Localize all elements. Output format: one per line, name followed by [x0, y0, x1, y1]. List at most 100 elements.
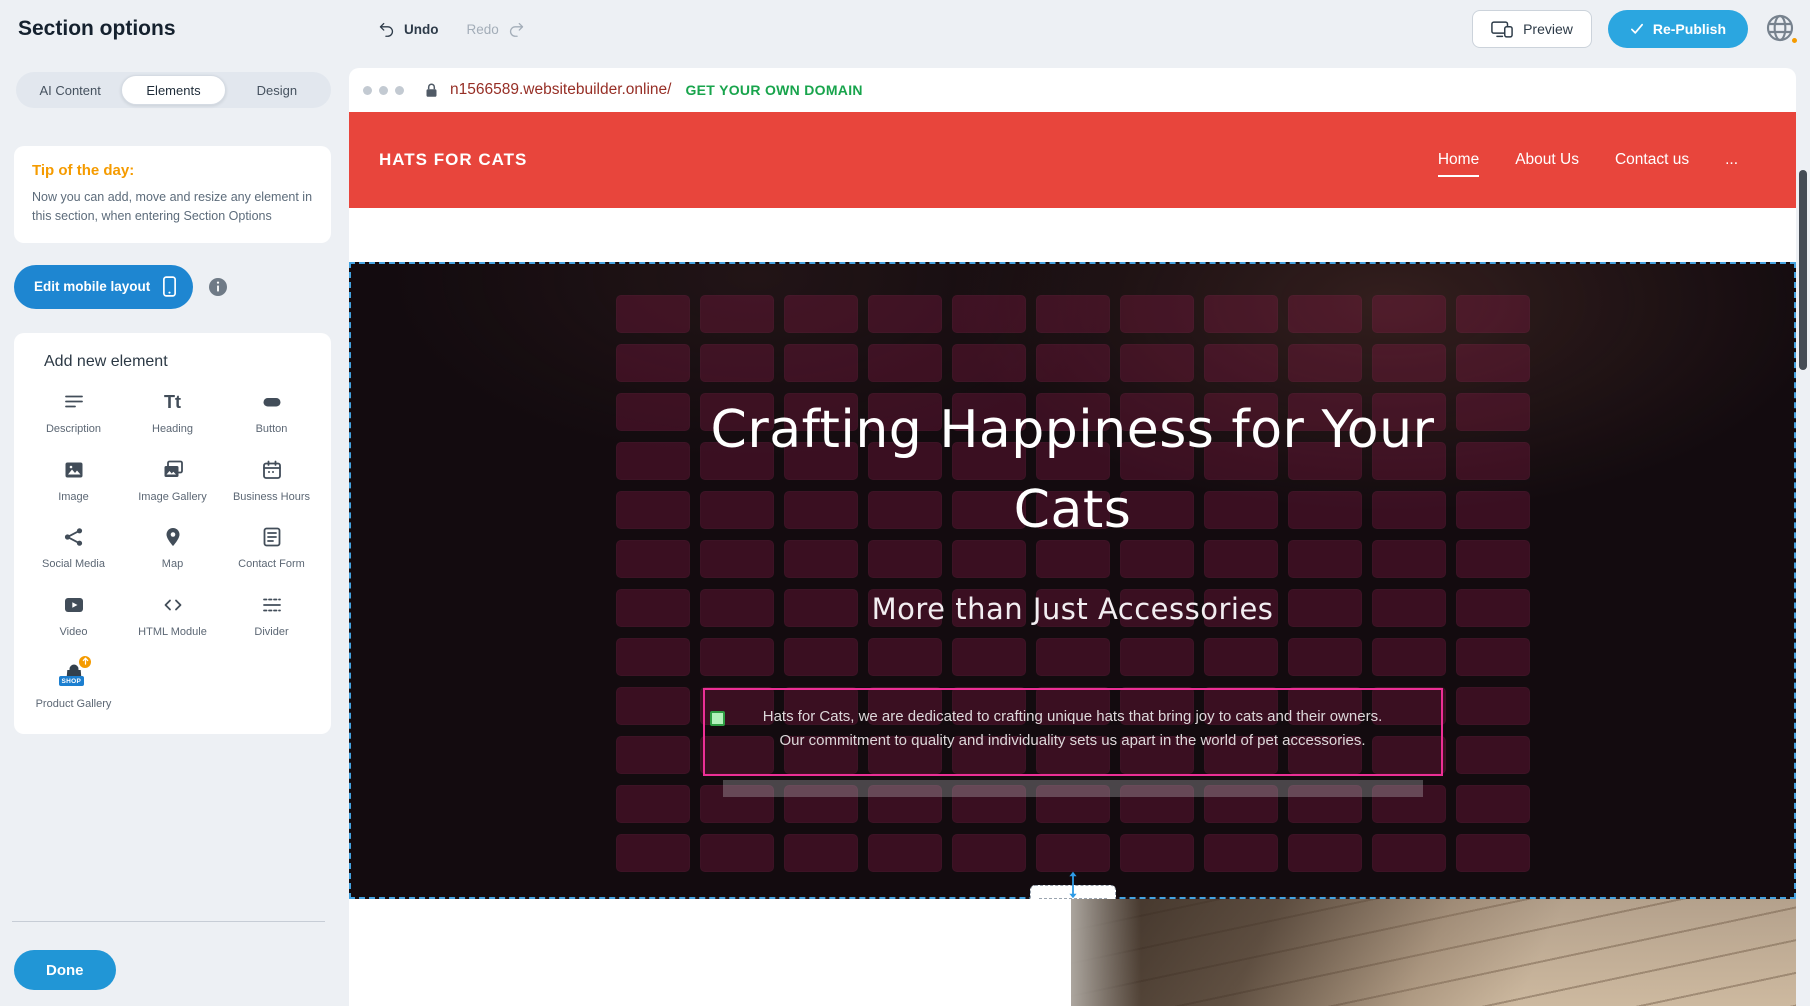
add-element-button[interactable]: Button — [222, 389, 321, 437]
hero-tile — [1036, 344, 1110, 382]
undo-button[interactable]: Undo — [378, 21, 439, 37]
browser-chrome: n1566589.websitebuilder.online/ GET YOUR… — [349, 68, 1796, 112]
nav-home[interactable]: Home — [1438, 151, 1479, 169]
hero-tile — [1204, 344, 1278, 382]
hero-tile — [1036, 638, 1110, 676]
window-dot — [379, 86, 388, 95]
hero-tile — [1456, 540, 1530, 578]
add-element-video[interactable]: Video — [24, 592, 123, 640]
edit-mobile-layout-button[interactable]: Edit mobile layout — [14, 265, 193, 309]
edit-mobile-label: Edit mobile layout — [34, 279, 150, 294]
hero-tile — [1204, 295, 1278, 333]
hero-tile — [1456, 785, 1530, 823]
tab-elements[interactable]: Elements — [121, 75, 225, 105]
notification-dot — [1790, 36, 1799, 45]
add-element-business-hours[interactable]: Business Hours — [222, 457, 321, 505]
tip-body: Now you can add, move and resize any ele… — [32, 188, 313, 227]
hero-tile — [616, 638, 690, 676]
add-element-image[interactable]: Image — [24, 457, 123, 505]
hero-paragraph-line-2: Our commitment to quality and individual… — [723, 729, 1423, 753]
hero-tile — [1036, 834, 1110, 872]
add-element-social-media[interactable]: Social Media — [24, 524, 123, 572]
done-button[interactable]: Done — [14, 950, 116, 990]
element-grid: Description Tt Heading Button Image — [24, 389, 321, 712]
redo-button[interactable]: Redo — [467, 21, 525, 37]
scrollbar-thumb[interactable] — [1799, 170, 1807, 370]
republish-button[interactable]: Re-Publish — [1608, 10, 1748, 48]
add-element-product-gallery[interactable]: SHOP Product Gallery — [24, 660, 123, 712]
hero-tile — [1120, 344, 1194, 382]
hero-tile — [1288, 834, 1362, 872]
get-domain-link[interactable]: GET YOUR OWN DOMAIN — [685, 82, 862, 98]
hero-subheading[interactable]: More than Just Accessories — [351, 592, 1794, 626]
shop-badge: SHOP — [59, 676, 85, 686]
image-icon — [62, 457, 86, 483]
tab-ai-content[interactable]: AI Content — [19, 75, 121, 105]
hero-tile — [1372, 295, 1446, 333]
site-canvas: HATS FOR CATS Home About Us Contact us .… — [349, 112, 1796, 1006]
code-icon — [161, 592, 185, 618]
lock-icon — [424, 82, 439, 99]
hero-tile — [1456, 491, 1530, 529]
hero-tile — [1288, 638, 1362, 676]
selected-text-element[interactable]: Hats for Cats, we are dedicated to craft… — [703, 688, 1443, 776]
preview-button[interactable]: Preview — [1472, 10, 1592, 48]
hero-tile — [868, 638, 942, 676]
hero-tile — [1372, 638, 1446, 676]
hero-tile — [952, 834, 1026, 872]
hero-tile — [952, 638, 1026, 676]
hero-tile — [1120, 295, 1194, 333]
add-element-description[interactable]: Description — [24, 389, 123, 437]
hero-tile — [616, 442, 690, 480]
check-icon — [1630, 23, 1644, 35]
site-nav: Home About Us Contact us ... — [1438, 151, 1738, 169]
button-icon — [260, 389, 284, 415]
hero-tile — [784, 295, 858, 333]
hero-tile — [1372, 344, 1446, 382]
add-element-contact-form[interactable]: Contact Form — [222, 524, 321, 572]
add-element-html-module[interactable]: HTML Module — [123, 592, 222, 640]
site-url[interactable]: n1566589.websitebuilder.online/ — [450, 81, 671, 99]
tab-design[interactable]: Design — [226, 75, 328, 105]
hero-tile — [1204, 638, 1278, 676]
window-dots — [363, 86, 404, 95]
sidebar-divider — [12, 921, 325, 922]
add-element-heading[interactable]: Tt Heading — [123, 389, 222, 437]
mobile-layout-row: Edit mobile layout — [14, 265, 349, 309]
resize-arrows-icon — [1066, 871, 1080, 899]
add-element-image-gallery[interactable]: Image Gallery — [123, 457, 222, 505]
hero-paragraph-line-1: Hats for Cats, we are dedicated to craft… — [723, 705, 1423, 729]
nav-more[interactable]: ... — [1725, 151, 1738, 169]
nav-contact-us[interactable]: Contact us — [1615, 151, 1689, 169]
hero-tile — [1456, 736, 1530, 774]
sidebar: AI Content Elements Design Tip of the da… — [0, 58, 349, 1006]
add-element-panel: Add new element Description Tt Heading B… — [14, 333, 331, 734]
tip-title: Tip of the day: — [32, 162, 313, 179]
site-logo[interactable]: HATS FOR CATS — [379, 150, 527, 170]
topbar: Section options Undo Redo Preview Re-P — [0, 0, 1810, 58]
topbar-actions: Preview Re-Publish — [1472, 0, 1798, 58]
add-element-map[interactable]: Map — [123, 524, 222, 572]
drag-handle[interactable] — [710, 711, 725, 726]
hero-tile — [868, 834, 942, 872]
language-globe-button[interactable] — [1764, 12, 1798, 46]
hero-tile — [1456, 295, 1530, 333]
add-element-divider[interactable]: Divider — [222, 592, 321, 640]
hero-tile — [1456, 638, 1530, 676]
hero-tile — [868, 295, 942, 333]
redo-icon — [507, 21, 525, 37]
hero-tile — [616, 295, 690, 333]
tip-card: Tip of the day: Now you can add, move an… — [14, 146, 331, 243]
description-icon — [62, 389, 86, 415]
info-icon[interactable] — [208, 277, 228, 297]
product-gallery-badge-icon — [79, 656, 91, 668]
undo-icon — [378, 21, 396, 37]
selected-hero-section[interactable]: Crafting Happiness for Your Cats More th… — [349, 262, 1796, 899]
hero-tile — [616, 393, 690, 431]
hero-tile — [616, 344, 690, 382]
hero-tile — [616, 736, 690, 774]
hero-tile — [616, 785, 690, 823]
nav-about-us[interactable]: About Us — [1515, 151, 1579, 169]
hero-heading[interactable]: Crafting Happiness for Your Cats — [693, 390, 1453, 550]
history-controls: Undo Redo — [378, 0, 525, 58]
